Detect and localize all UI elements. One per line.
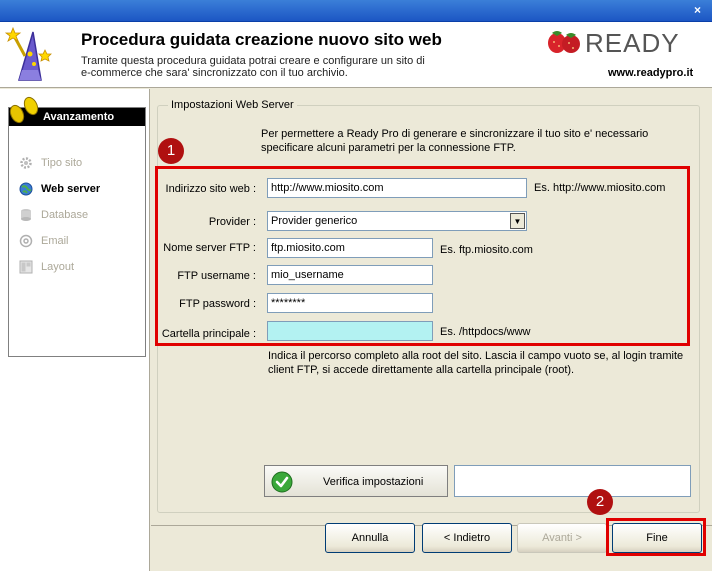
finish-highlight-box bbox=[606, 518, 706, 556]
group-title: Impostazioni Web Server bbox=[168, 99, 297, 111]
cancel-button[interactable]: Annulla bbox=[325, 523, 415, 553]
nav-item-label: Web server bbox=[41, 183, 101, 195]
at-icon bbox=[19, 234, 33, 248]
main-folder-note-line2: client FTP, si accede direttamente alla … bbox=[268, 364, 575, 376]
main-folder-note-line1: Indica il percorso completo alla root de… bbox=[268, 350, 684, 362]
strawberry-logo-icon bbox=[548, 31, 580, 53]
settings-highlight-box bbox=[155, 166, 690, 346]
nav-item-label: Layout bbox=[41, 261, 75, 273]
wizard-header: Procedura guidata creazione nuovo sito w… bbox=[0, 22, 712, 88]
progress-sidebar: Avanzamento Tipo sito Web server Databas… bbox=[0, 89, 150, 571]
nav-item-label: Database bbox=[41, 209, 89, 221]
database-icon bbox=[21, 209, 31, 221]
back-button[interactable]: < Indietro bbox=[422, 523, 512, 553]
nav-item-label: Email bbox=[41, 235, 69, 247]
wizard-description-line1: Tramite questa procedura guidata potrai … bbox=[81, 55, 425, 67]
close-icon[interactable]: × bbox=[690, 3, 705, 18]
verify-settings-button[interactable]: Verifica impostazioni bbox=[264, 465, 448, 497]
annotation-badge-1: 1 bbox=[158, 138, 184, 164]
annotation-badge-2: 2 bbox=[587, 489, 613, 515]
next-button[interactable]: Avanti > bbox=[517, 523, 607, 553]
checkmark-icon bbox=[271, 471, 293, 493]
footsteps-icon bbox=[9, 96, 39, 124]
globe-icon bbox=[19, 182, 33, 196]
intro-text-line1: Per permettere a Ready Pro di generare e… bbox=[261, 128, 649, 140]
progress-list: Avanzamento Tipo sito Web server Databas… bbox=[8, 107, 146, 357]
wizard-hat-icon bbox=[5, 26, 52, 81]
gear-icon bbox=[20, 157, 32, 169]
layout-icon bbox=[19, 260, 33, 274]
window-titlebar: × bbox=[0, 0, 712, 22]
nav-item-label: Tipo sito bbox=[41, 157, 83, 169]
verify-result-field bbox=[454, 465, 691, 497]
wizard-description-line2: e-commerce che sara' sincronizzato con i… bbox=[81, 67, 348, 79]
intro-text-line2: specificare alcuni parametri per la conn… bbox=[261, 142, 516, 154]
website-url: www.readypro.it bbox=[608, 67, 694, 79]
wizard-title: Procedura guidata creazione nuovo sito w… bbox=[81, 30, 442, 49]
verify-settings-label: Verifica impostazioni bbox=[323, 476, 424, 488]
ready-logo-text: READY bbox=[585, 28, 680, 58]
